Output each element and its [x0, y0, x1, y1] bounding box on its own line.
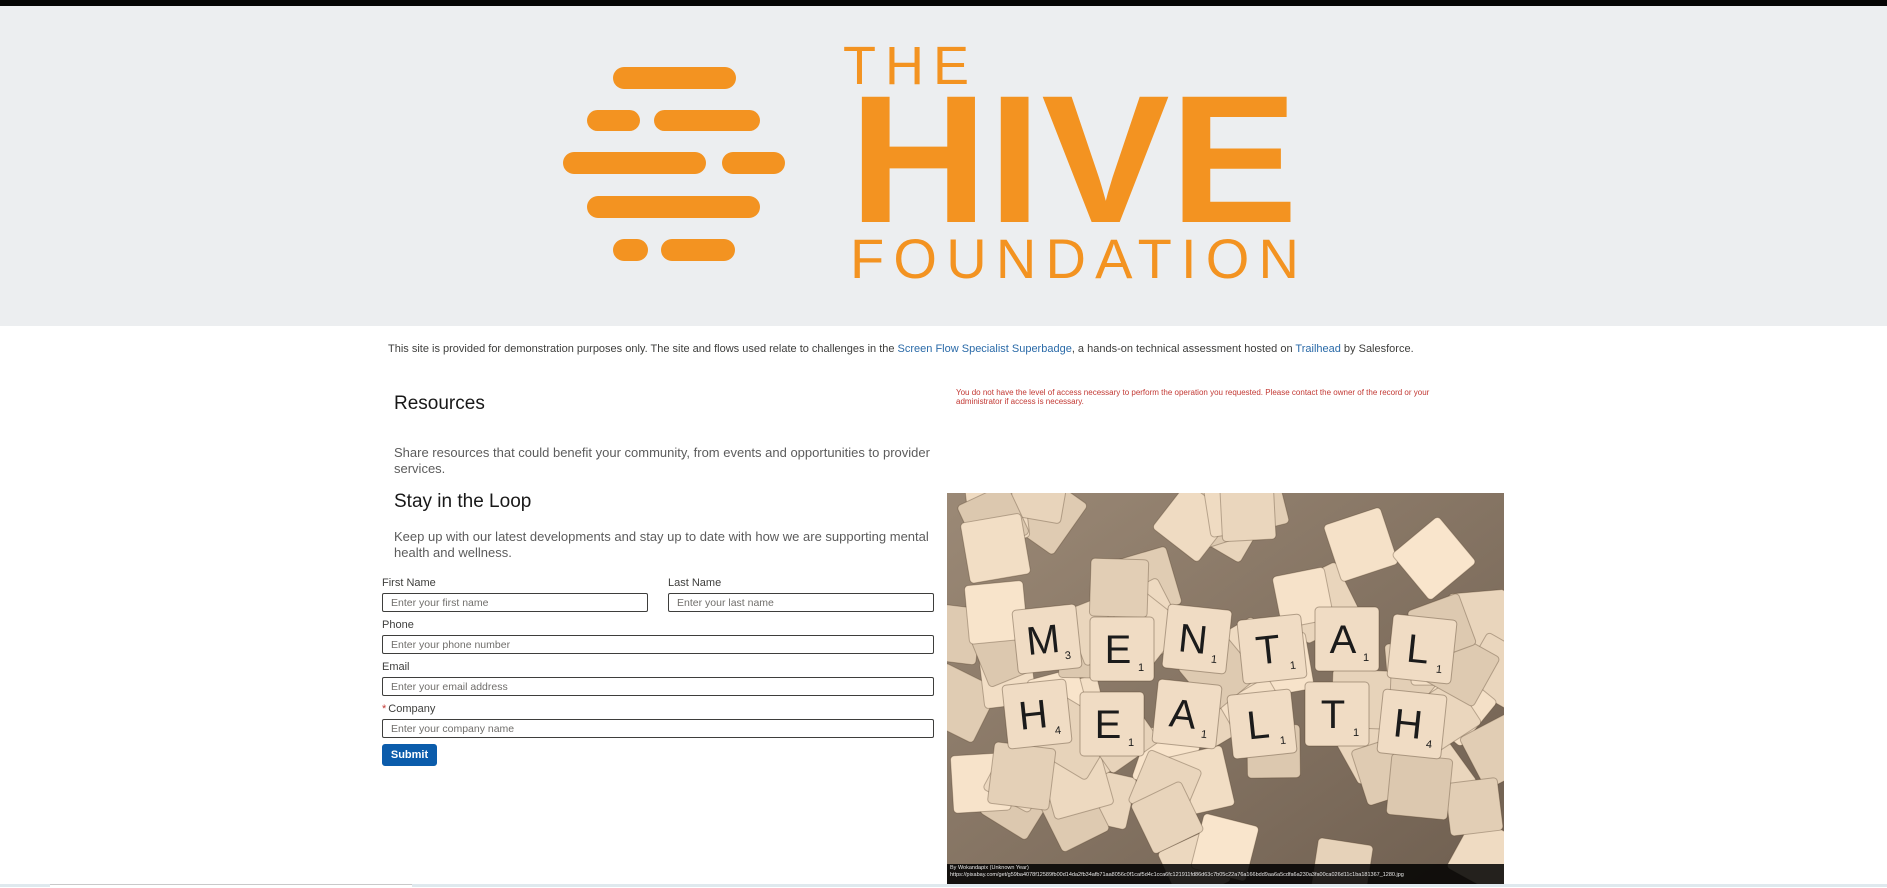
- letter-tile: L1: [1226, 688, 1298, 760]
- resources-title: Resources: [394, 393, 485, 414]
- tile-points: 1: [1138, 662, 1144, 674]
- mental-health-image: M3E1N1T1A1L1H4E1A1L1T1H4: [947, 493, 1504, 884]
- letter-tile: E1: [1089, 616, 1155, 682]
- tile-letter: H: [1016, 692, 1049, 739]
- tile-letter: A: [1167, 691, 1198, 738]
- letter-tile: H4: [1001, 678, 1073, 750]
- disclaimer-prefix: This site is provided for demonstration …: [388, 343, 898, 355]
- image-credit: By Wokandapix (Unknown Year): [950, 865, 1029, 871]
- email-input[interactable]: [382, 677, 934, 696]
- letter-tile: E1: [1079, 691, 1145, 757]
- tile-letter: E: [1105, 628, 1132, 672]
- letter-tile: A1: [1151, 678, 1223, 750]
- blank-tile: [1385, 753, 1454, 821]
- company-label: * Company: [382, 703, 435, 715]
- tile-points: 1: [1363, 652, 1369, 664]
- letter-tile: A1: [1314, 606, 1380, 672]
- tile-letter: H: [1391, 701, 1424, 748]
- submit-button[interactable]: Submit: [382, 744, 437, 766]
- letter-tile: L1: [1386, 613, 1458, 685]
- tile-points: 4: [1054, 725, 1061, 738]
- letter-tile: M3: [1011, 603, 1083, 675]
- resources-description: Share resources that could benefit your …: [394, 445, 930, 476]
- first-name-label: First Name: [382, 577, 436, 589]
- blank-tile: [960, 513, 1031, 584]
- tile-points: 1: [1279, 735, 1286, 748]
- letter-tile: N1: [1161, 603, 1233, 675]
- tile-points: 3: [1064, 650, 1071, 663]
- disclaimer-suffix: by Salesforce.: [1340, 343, 1414, 355]
- stay-in-loop-description: Keep up with our latest developments and…: [394, 529, 929, 560]
- phone-label: Phone: [382, 619, 414, 631]
- superbadge-link[interactable]: Screen Flow Specialist Superbadge: [898, 343, 1072, 355]
- tile-points: 4: [1425, 739, 1432, 752]
- letter-tile: H4: [1376, 688, 1448, 760]
- blank-tile: [1088, 557, 1150, 618]
- required-asterisk: *: [382, 703, 387, 715]
- disclaimer-middle: , a hands-on technical assessment hosted…: [1071, 343, 1296, 355]
- tile-points: 1: [1200, 729, 1207, 742]
- letter-tile: T1: [1236, 613, 1308, 685]
- email-label: Email: [382, 661, 410, 673]
- hive-logo[interactable]: THE HIVE FOUNDATION: [0, 6, 1887, 326]
- site-header: THE HIVE FOUNDATION: [0, 6, 1887, 326]
- tile-points: 1: [1128, 737, 1134, 749]
- tile-letter: T: [1254, 627, 1283, 673]
- first-name-input[interactable]: [382, 593, 648, 612]
- bottom-tab: [50, 884, 412, 888]
- company-label-text: Company: [388, 703, 436, 715]
- stay-in-loop-title: Stay in the Loop: [394, 491, 532, 512]
- tile-points: 1: [1353, 727, 1359, 739]
- tile-points: 1: [1435, 664, 1442, 677]
- phone-input[interactable]: [382, 635, 934, 654]
- tile-letter: T: [1321, 693, 1345, 737]
- access-error-message: You do not have the level of access nece…: [956, 388, 1430, 406]
- tile-letter: A: [1330, 618, 1357, 662]
- letter-tile: T1: [1304, 681, 1370, 747]
- tile-points: 1: [1289, 660, 1296, 673]
- scrabble-tiles-illustration: M 3 E 1N 1 T 1A 1 L 1H 4 E 1A 1 L 1T 1 H 4: [947, 493, 1504, 884]
- blank-tile: [1219, 493, 1277, 543]
- image-source-url: https://pixabay.com/get/g59ba4078f12589f…: [950, 872, 1404, 878]
- tile-letter: M: [1024, 617, 1062, 664]
- image-caption: By Wokandapix (Unknown Year) https://pix…: [947, 864, 1504, 884]
- tile-letter: N: [1176, 616, 1209, 663]
- tile-letter: L: [1405, 627, 1432, 673]
- last-name-label: Last Name: [668, 577, 722, 589]
- blank-tile: [987, 741, 1057, 811]
- last-name-input[interactable]: [668, 593, 934, 612]
- tile-letter: E: [1095, 703, 1122, 747]
- tile-letter: L: [1245, 702, 1272, 748]
- honeycomb-icon: [563, 67, 785, 261]
- tile-points: 1: [1210, 654, 1217, 667]
- company-input[interactable]: [382, 719, 934, 738]
- blank-tile: [1444, 777, 1504, 837]
- brand-foundation: FOUNDATION: [850, 227, 1299, 290]
- trailhead-link[interactable]: Trailhead: [1295, 343, 1340, 355]
- disclaimer-text: This site is provided for demonstration …: [388, 343, 1414, 355]
